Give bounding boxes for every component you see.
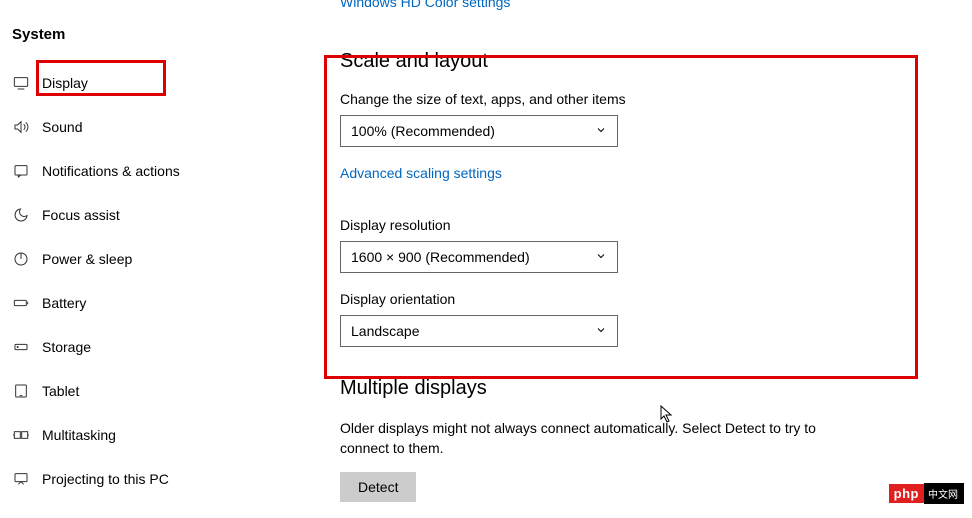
sidebar-item-label: Power & sleep: [42, 251, 132, 267]
sidebar: System Display Sound Notifications & act…: [0, 0, 300, 518]
multiple-displays-heading: Multiple displays: [340, 377, 972, 400]
sidebar-item-power-sleep[interactable]: Power & sleep: [0, 237, 299, 281]
text-size-label: Change the size of text, apps, and other…: [340, 91, 972, 107]
sidebar-item-sound[interactable]: Sound: [0, 105, 299, 149]
main-content: Windows HD Color settings Scale and layo…: [300, 0, 972, 518]
focus-assist-icon: [12, 206, 30, 224]
sidebar-item-label: Notifications & actions: [42, 163, 180, 179]
watermark: php 中文网: [889, 483, 964, 504]
projecting-icon: [12, 470, 30, 488]
text-size-value: 100% (Recommended): [351, 123, 495, 139]
text-size-dropdown[interactable]: 100% (Recommended): [340, 115, 618, 147]
sidebar-item-focus-assist[interactable]: Focus assist: [0, 193, 299, 237]
hd-color-link[interactable]: Windows HD Color settings: [340, 0, 510, 10]
display-icon: [12, 74, 30, 92]
sidebar-item-notifications[interactable]: Notifications & actions: [0, 149, 299, 193]
multitasking-icon: [12, 426, 30, 444]
chevron-down-icon: [595, 123, 607, 139]
resolution-dropdown[interactable]: 1600 × 900 (Recommended): [340, 241, 618, 273]
scale-layout-heading: Scale and layout: [340, 50, 972, 73]
hdr-color-section: Windows HD Color settings: [340, 0, 972, 12]
watermark-black: 中文网: [924, 483, 964, 504]
power-icon: [12, 250, 30, 268]
sidebar-item-label: Multitasking: [42, 427, 116, 443]
sidebar-item-label: Battery: [42, 295, 86, 311]
resolution-label: Display resolution: [340, 217, 972, 233]
sidebar-item-label: Storage: [42, 339, 91, 355]
chevron-down-icon: [595, 249, 607, 265]
sidebar-item-tablet[interactable]: Tablet: [0, 369, 299, 413]
sidebar-item-multitasking[interactable]: Multitasking: [0, 413, 299, 457]
notifications-icon: [12, 162, 30, 180]
orientation-dropdown[interactable]: Landscape: [340, 315, 618, 347]
sound-icon: [12, 118, 30, 136]
detect-button[interactable]: Detect: [340, 472, 416, 502]
sidebar-item-display[interactable]: Display: [0, 61, 299, 105]
sidebar-item-label: Sound: [42, 119, 82, 135]
chevron-down-icon: [595, 323, 607, 339]
tablet-icon: [12, 382, 30, 400]
sidebar-item-label: Display: [42, 75, 88, 91]
sidebar-item-storage[interactable]: Storage: [0, 325, 299, 369]
watermark-red: php: [889, 484, 924, 503]
sidebar-item-battery[interactable]: Battery: [0, 281, 299, 325]
multiple-displays-desc: Older displays might not always connect …: [340, 418, 860, 458]
battery-icon: [12, 294, 30, 312]
resolution-value: 1600 × 900 (Recommended): [351, 249, 530, 265]
orientation-label: Display orientation: [340, 291, 972, 307]
sidebar-item-label: Tablet: [42, 383, 79, 399]
sidebar-item-label: Focus assist: [42, 207, 120, 223]
advanced-scaling-link[interactable]: Advanced scaling settings: [340, 165, 502, 181]
sidebar-title: System: [0, 20, 299, 61]
storage-icon: [12, 338, 30, 356]
sidebar-item-projecting[interactable]: Projecting to this PC: [0, 457, 299, 501]
sidebar-item-label: Projecting to this PC: [42, 471, 169, 487]
orientation-value: Landscape: [351, 323, 420, 339]
